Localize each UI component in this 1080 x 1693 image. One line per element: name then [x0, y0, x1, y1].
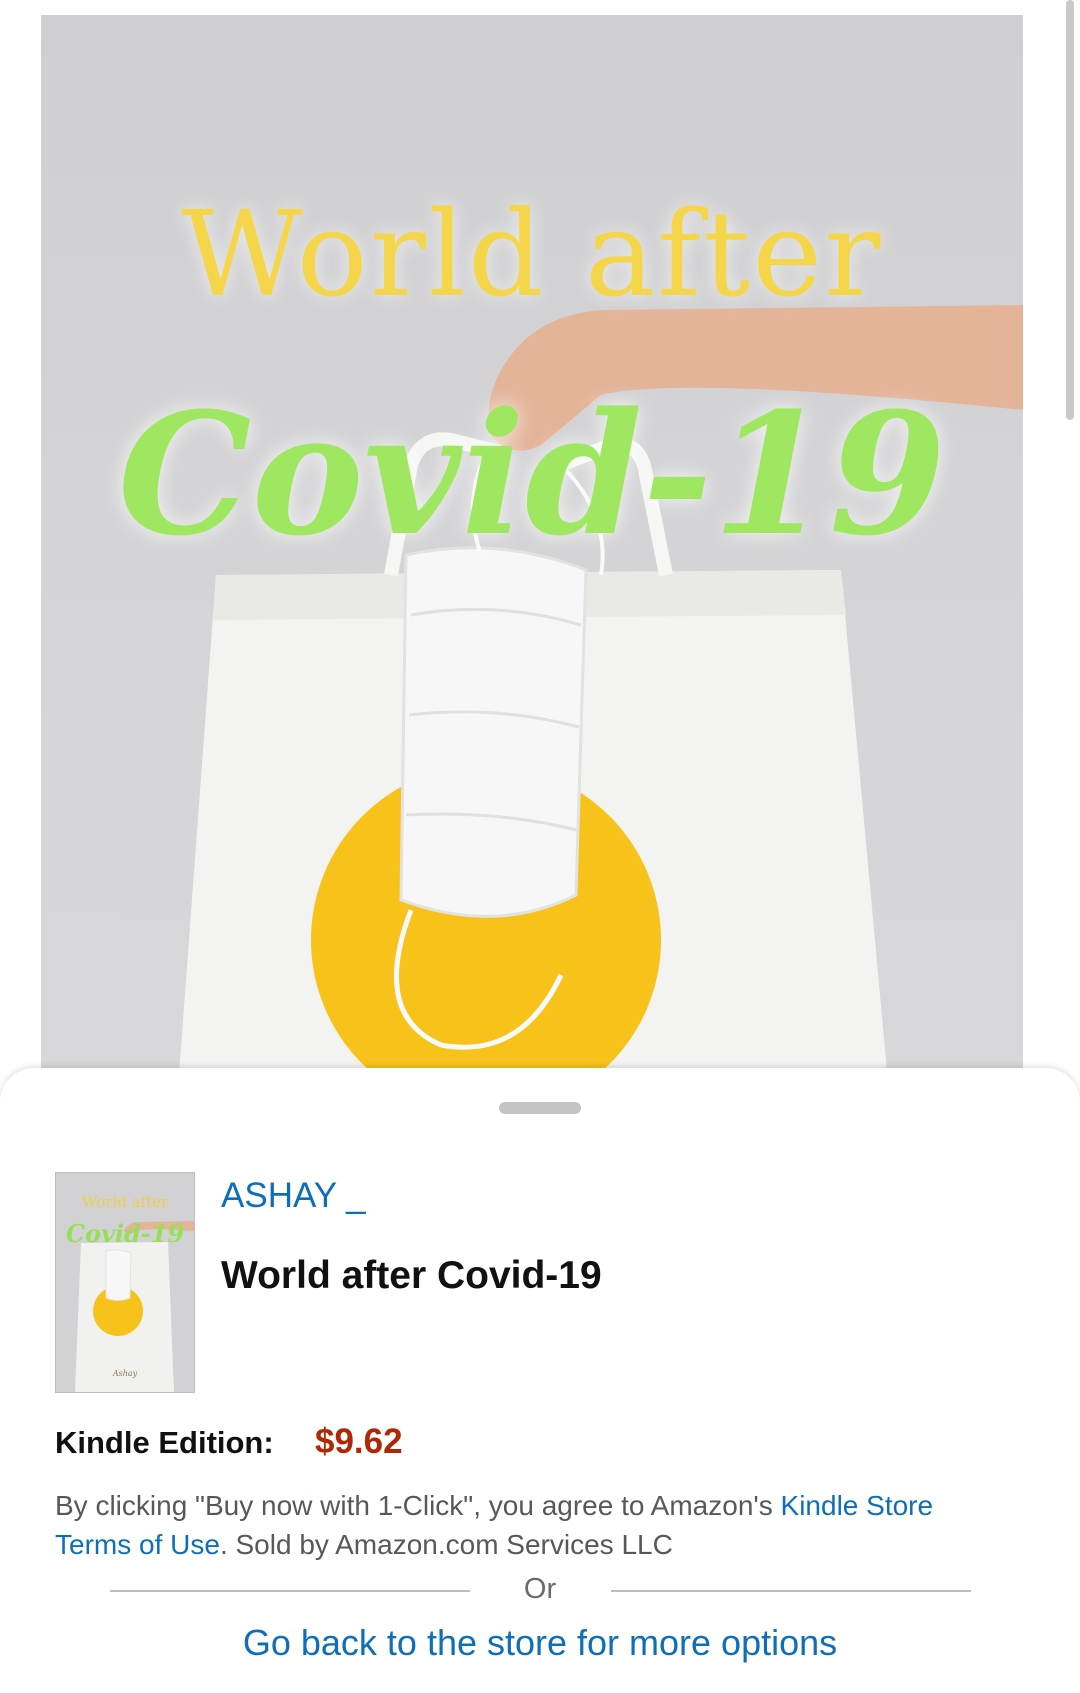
thumbnail-author-signature: Ashay — [112, 1369, 138, 1378]
back-to-store-link[interactable]: Go back to the store for more options — [0, 1622, 1080, 1664]
scrollbar[interactable] — [1066, 0, 1074, 420]
face-mask — [399, 546, 588, 918]
legal-suffix: . Sold by Amazon.com Services LLC — [219, 1529, 673, 1560]
divider-right — [611, 1590, 971, 1592]
purchase-bottom-sheet: World after Covid-19 Ashay ASHAY _ World… — [0, 1068, 1080, 1693]
book-title: World after Covid-19 — [221, 1254, 602, 1297]
divider-left — [110, 1590, 470, 1592]
legal-notice: By clicking "Buy now with 1-Click", you … — [55, 1486, 1015, 1564]
price: $9.62 — [315, 1422, 403, 1461]
cover-title-line2: Covid-19 — [117, 375, 947, 573]
book-thumbnail[interactable]: World after Covid-19 Ashay — [55, 1172, 195, 1393]
drag-handle[interactable] — [499, 1102, 581, 1114]
thumbnail-title-line2: Covid-19 — [65, 1219, 185, 1248]
or-label: Or — [523, 1573, 557, 1605]
edition-label: Kindle Edition: — [55, 1425, 274, 1460]
book-cover-image: World after Covid-19 — [41, 15, 1023, 1115]
legal-prefix: By clicking "Buy now with 1-Click", you … — [55, 1490, 781, 1521]
kindle-buy-screen: World after Covid-19 World after Covid-1… — [0, 0, 1080, 1693]
cover-title-line1: World after — [181, 185, 883, 323]
author-link[interactable]: ASHAY _ — [221, 1176, 366, 1216]
thumbnail-title-line1: World after — [81, 1193, 169, 1211]
